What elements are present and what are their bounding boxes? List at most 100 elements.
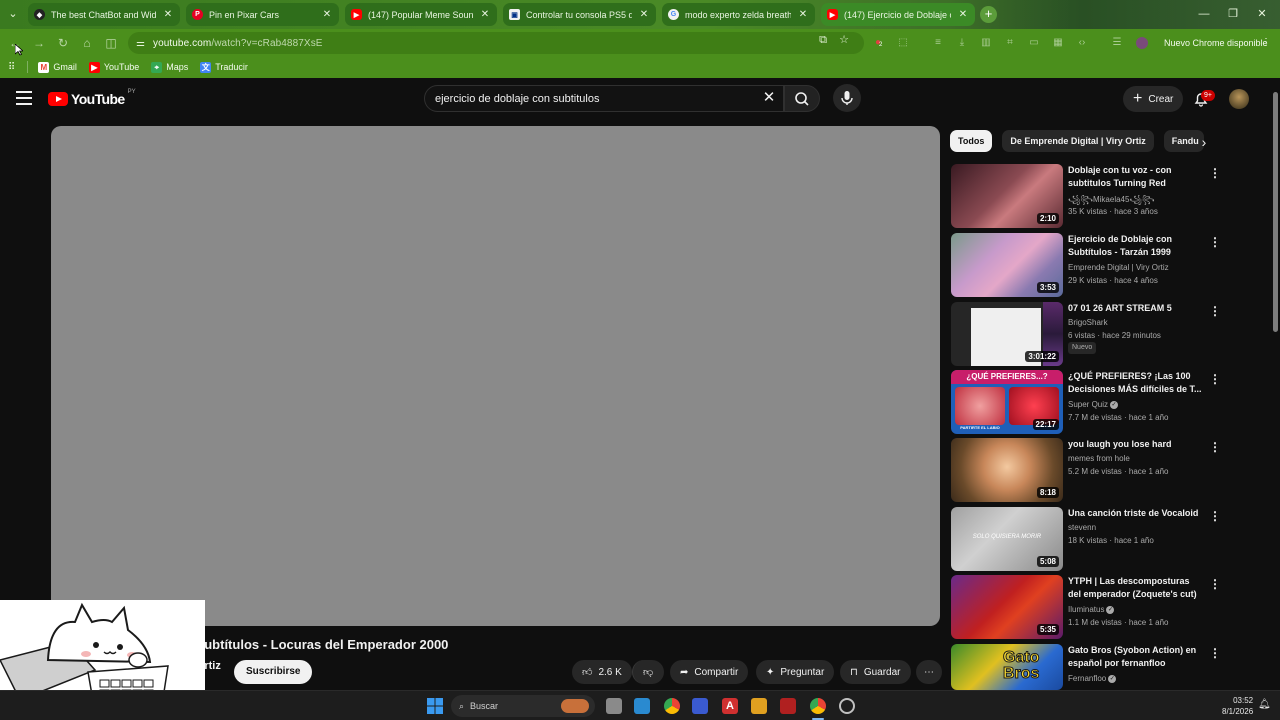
screenshot-icon[interactable]: ▭	[1028, 37, 1040, 49]
search-button[interactable]	[784, 85, 820, 112]
recommended-video[interactable]: Gato Bros Gato Bros (Syobon Action) en e…	[951, 644, 1221, 690]
reading-list-icon[interactable]: ☰	[1111, 37, 1123, 49]
channel-name[interactable]: memes from hole	[1068, 454, 1130, 463]
home-icon[interactable]: ⌂	[78, 34, 96, 52]
video-thumbnail[interactable]: 5:35	[951, 575, 1063, 639]
video-thumbnail[interactable]: 2:10	[951, 164, 1063, 228]
apps-grid-icon[interactable]: ⠿	[8, 62, 15, 73]
browser-tab[interactable]: ▣ Controlar tu consola PS5 desde ✕	[503, 3, 656, 26]
video-title[interactable]: Doblaje con tu voz - con subtitulos Turn…	[1068, 164, 1203, 190]
bookmark-maps[interactable]: ⌖ Maps	[151, 61, 188, 73]
close-icon[interactable]: ✕	[479, 9, 491, 20]
bookmark-star-icon[interactable]: ☆	[837, 33, 851, 47]
delete-icon[interactable]: ▥	[980, 37, 992, 49]
subscribe-button[interactable]: Suscribirse	[234, 660, 313, 684]
puzzle-extensions-icon[interactable]: ⬚	[897, 37, 909, 49]
chrome-app-icon[interactable]	[664, 698, 680, 714]
recommended-video[interactable]: 3:01:22 07 01 26 ART STREAM 5 BrigoShark…	[951, 302, 1221, 366]
code-icon[interactable]: ‹›	[1076, 37, 1088, 49]
address-bar[interactable]: ⚌ youtube.com/watch?v=cRab4887XsE	[128, 32, 864, 54]
recommended-video[interactable]: 5:35 YTPH | Las descomposturas del emper…	[951, 575, 1221, 639]
search-input[interactable]: ejercicio de doblaje con subtitulos	[424, 85, 784, 112]
more-vert-icon[interactable]: ⋮	[1209, 646, 1221, 660]
hamburger-menu-icon[interactable]	[16, 91, 32, 105]
file-explorer-icon[interactable]	[751, 698, 767, 714]
close-icon[interactable]: ✕	[957, 9, 969, 20]
chrome-update-button[interactable]: Nuevo Chrome disponible	[1158, 34, 1274, 52]
video-title[interactable]: you laugh you lose hard	[1068, 438, 1203, 451]
channel-name[interactable]: Emprende Digital | Viry Ortiz	[1068, 263, 1169, 272]
chip-todos[interactable]: Todos	[950, 130, 993, 152]
channel-name[interactable]: Fernanfloo ✓	[1068, 674, 1117, 683]
more-vert-icon[interactable]: ⋮	[1209, 372, 1221, 386]
bookmark-youtube[interactable]: ▶ YouTube	[88, 61, 139, 73]
more-vert-icon[interactable]: ⋮	[1209, 235, 1221, 249]
video-thumbnail[interactable]: 8:18	[951, 438, 1063, 502]
reload-icon[interactable]: ↻	[54, 34, 72, 52]
more-vert-icon[interactable]: ⋮	[1209, 577, 1221, 591]
youtube-logo[interactable]: YouTube PY	[48, 89, 136, 107]
save-button[interactable]: ⊓ Guardar	[840, 660, 911, 684]
video-thumbnail[interactable]: Gato Bros	[951, 644, 1063, 690]
store-app-icon[interactable]	[692, 698, 708, 714]
browser-tab[interactable]: P Pin en Pixar Cars ✕	[186, 3, 339, 26]
minimize-icon[interactable]: —	[1192, 5, 1216, 23]
settings-app-icon[interactable]	[839, 698, 855, 714]
clear-search-icon[interactable]: ✕	[760, 89, 778, 107]
browser-tab-active[interactable]: ▶ (147) Ejercicio de Doblaje con ✕	[821, 3, 975, 26]
side-panel-icon[interactable]: ◫	[102, 34, 120, 52]
recommended-video[interactable]: 2:10 Doblaje con tu voz - con subtitulos…	[951, 164, 1221, 228]
download-icon[interactable]: ⤓	[956, 37, 968, 49]
url-text[interactable]: youtube.com/watch?v=cRab4887XsE	[153, 38, 323, 49]
recommended-video[interactable]: SOLO QUISIERA MORIR 5:08 Una canción tri…	[951, 507, 1221, 571]
notification-center-icon[interactable]: 🔔︎	[1258, 699, 1271, 710]
more-vert-icon[interactable]: ⋮	[1209, 304, 1221, 318]
restore-icon[interactable]: ❐	[1221, 5, 1245, 23]
video-title[interactable]: 07 01 26 ART STREAM 5	[1068, 302, 1203, 315]
tab-search-chevron-icon[interactable]: ⌄	[4, 5, 22, 23]
toolbar-icon[interactable]: ≡	[932, 37, 944, 49]
page-scrollbar-thumb[interactable]	[1273, 92, 1278, 332]
video-thumbnail[interactable]: 3:01:22	[951, 302, 1063, 366]
install-app-icon[interactable]: ⧉	[816, 33, 830, 47]
adobe-app-icon[interactable]: A	[722, 698, 738, 714]
video-thumbnail[interactable]: ¿QUÉ PREFIERES...? PARTIRTE EL LABIO 22:…	[951, 370, 1063, 434]
video-title[interactable]: Una canción triste de Vocaloid	[1068, 507, 1203, 520]
channel-name[interactable]: Iluminatus ✓	[1068, 605, 1115, 614]
recommended-video[interactable]: ¿QUÉ PREFIERES...? PARTIRTE EL LABIO 22:…	[951, 370, 1221, 434]
video-thumbnail[interactable]: SOLO QUISIERA MORIR 5:08	[951, 507, 1063, 571]
browser-tab[interactable]: ◆ The best ChatBot and Widgets ✕	[28, 3, 180, 26]
site-info-icon[interactable]: ⚌	[136, 38, 145, 49]
translate-toolbar-icon[interactable]: ⌗	[1004, 37, 1016, 49]
recommended-video[interactable]: 8:18 you laugh you lose hard memes from …	[951, 438, 1221, 502]
ask-button[interactable]: ✦ Preguntar	[756, 660, 835, 684]
forward-arrow-icon[interactable]: →	[30, 34, 48, 52]
chrome-active-app-icon[interactable]	[810, 698, 826, 714]
share-button[interactable]: ➦ Compartir	[670, 660, 749, 684]
close-window-icon[interactable]: ✕	[1250, 5, 1274, 23]
chevron-right-icon[interactable]: ›	[1196, 133, 1212, 151]
video-title[interactable]: Ejercicio de Doblaje con Subtítulos - Ta…	[1068, 233, 1203, 259]
profile-avatar-icon[interactable]	[1136, 37, 1148, 49]
more-vert-icon[interactable]: ⋮	[1209, 440, 1221, 454]
taskbar-search-input[interactable]: ⌕ Buscar	[451, 695, 595, 717]
grid-icon[interactable]: ▦	[1052, 37, 1064, 49]
video-title[interactable]: Gato Bros (Syobon Action) en español por…	[1068, 644, 1203, 670]
account-avatar[interactable]	[1229, 89, 1249, 109]
more-actions-button[interactable]: ⋯	[916, 660, 942, 684]
close-icon[interactable]: ✕	[797, 9, 809, 20]
task-view-icon[interactable]	[606, 698, 622, 714]
dislike-button[interactable]: 👎︎	[632, 660, 664, 684]
close-icon[interactable]: ✕	[321, 9, 333, 20]
pdf-app-icon[interactable]	[780, 698, 796, 714]
browser-tab[interactable]: ▶ (147) Popular Meme Sound Eff ✕	[345, 3, 497, 26]
more-vert-icon[interactable]: ⋮	[1209, 509, 1221, 523]
channel-name[interactable]: stevenn	[1068, 523, 1096, 532]
voice-search-button[interactable]	[833, 84, 861, 112]
browser-tab[interactable]: G modo experto zelda breath of ✕	[662, 3, 815, 26]
like-button[interactable]: 👍︎ 2.6 K	[572, 660, 632, 684]
chip-channel[interactable]: De Emprende Digital | Viry Ortiz	[1002, 130, 1154, 152]
video-thumbnail[interactable]: 3:53	[951, 233, 1063, 297]
close-icon[interactable]: ✕	[162, 9, 174, 20]
video-title[interactable]: YTPH | Las descomposturas del emperador …	[1068, 575, 1203, 601]
